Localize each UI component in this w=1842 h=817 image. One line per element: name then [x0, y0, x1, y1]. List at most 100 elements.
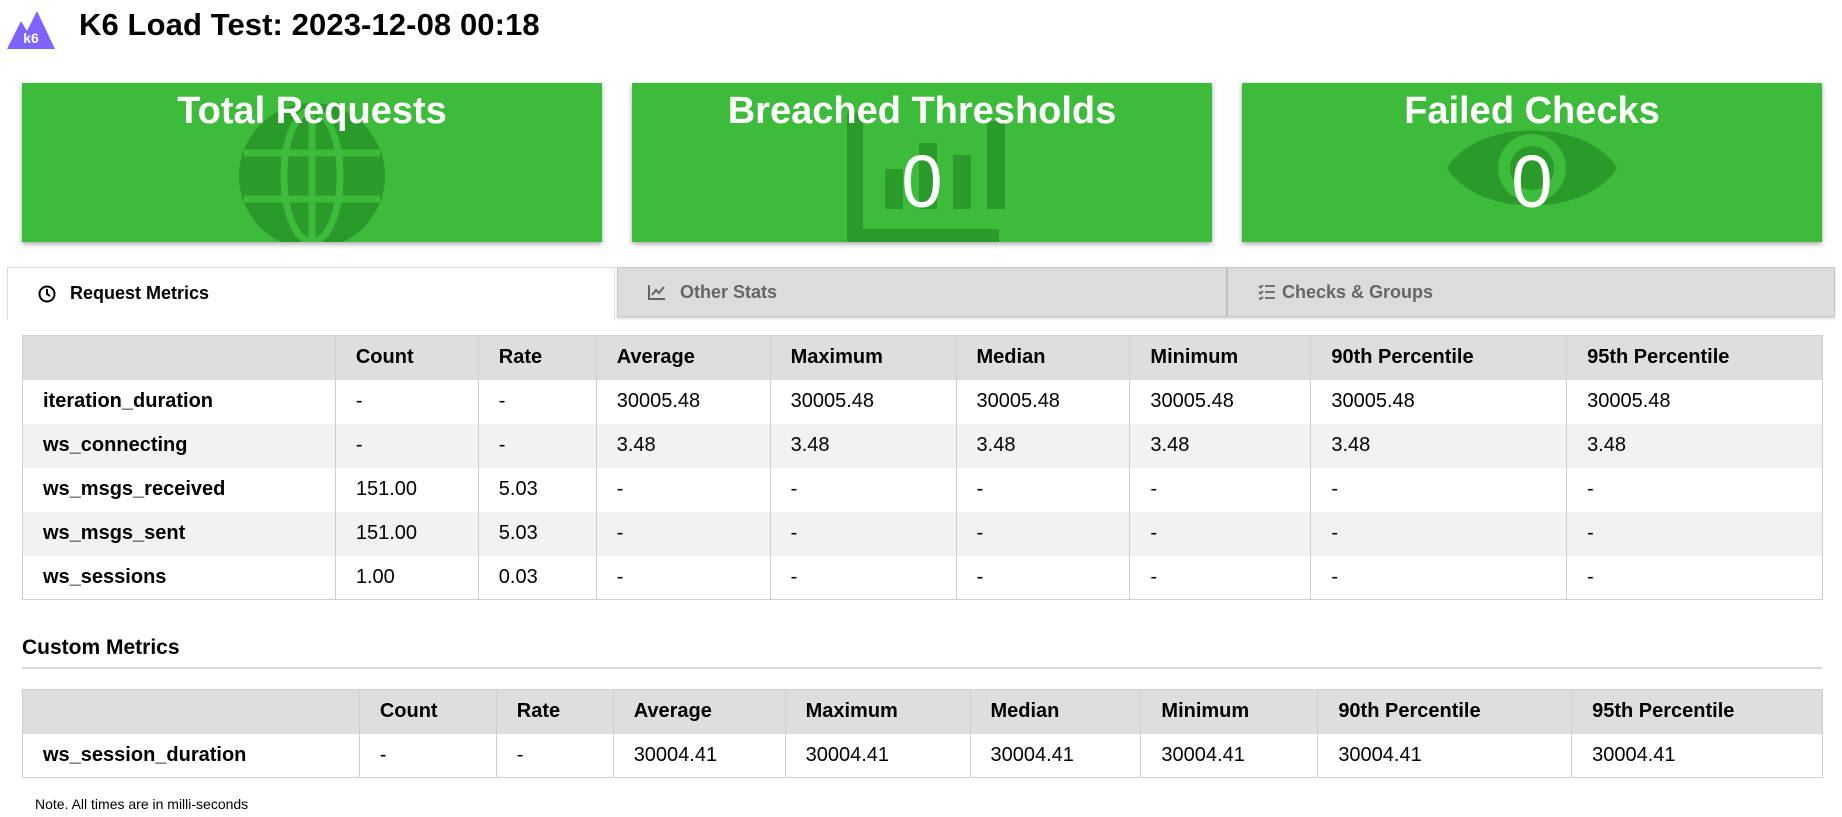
column-header: Rate: [495, 689, 614, 734]
tab-other-stats[interactable]: Other Stats: [617, 267, 1227, 317]
table-header-row: Count Rate Average Maximum Median Minimu…: [22, 335, 1823, 380]
column-header: 90th Percentile: [1310, 335, 1567, 380]
column-header: 90th Percentile: [1317, 689, 1572, 734]
summary-cards: Total Requests Breached Thresholds 0 Fai…: [22, 83, 1822, 243]
card-value: 0: [1511, 140, 1553, 223]
metric-name: ws_session_duration: [22, 733, 360, 778]
total-requests-card: Total Requests: [22, 83, 602, 242]
metric-name: ws_connecting: [22, 423, 336, 468]
tab-label: Checks & Groups: [1282, 281, 1434, 302]
request-metrics-table: Count Rate Average Maximum Median Minimu…: [22, 335, 1823, 600]
column-header: Median: [969, 689, 1141, 734]
metric-name: iteration_duration: [22, 379, 336, 424]
table-cell: 30005.48: [1129, 379, 1311, 424]
table-cell: 30004.41: [1140, 733, 1318, 778]
table-row: ws_sessions 1.00 0.03 - - - - - -: [22, 555, 1823, 600]
table-cell: -: [955, 555, 1130, 600]
table-cell: 30004.41: [784, 733, 970, 778]
table-cell: -: [1566, 555, 1823, 600]
table-cell: 30005.48: [1566, 379, 1823, 424]
table-cell: -: [595, 467, 771, 512]
metric-name: ws_sessions: [22, 555, 336, 600]
column-header: Minimum: [1140, 689, 1318, 734]
page-header: k6 K6 Load Test: 2023-12-08 00:18: [0, 0, 1842, 60]
table-cell: 30004.41: [1571, 733, 1823, 778]
metric-name: ws_msgs_sent: [22, 511, 336, 556]
table-cell: -: [1310, 467, 1567, 512]
column-header: Minimum: [1129, 335, 1311, 380]
card-title: Failed Checks: [1404, 90, 1660, 132]
table-row: ws_session_duration - - 30004.41 30004.4…: [22, 733, 1823, 778]
table-cell: 30004.41: [1317, 733, 1572, 778]
k6-logo: k6: [7, 11, 55, 49]
table-cell: -: [955, 467, 1130, 512]
table-row: iteration_duration - - 30005.48 30005.48…: [22, 379, 1823, 424]
table-cell: -: [595, 511, 771, 556]
footnote: Note. All times are in milli-seconds: [35, 796, 249, 812]
metric-name: ws_msgs_received: [22, 467, 336, 512]
table-cell: -: [334, 379, 479, 424]
column-header: Maximum: [769, 335, 957, 380]
card-title: Total Requests: [177, 90, 447, 132]
custom-metrics-heading: Custom Metrics: [22, 636, 180, 659]
list-check-icon: [1258, 284, 1275, 300]
column-header: Average: [612, 689, 786, 734]
table-cell: 30005.48: [1310, 379, 1567, 424]
table-cell: -: [769, 511, 957, 556]
table-cell: -: [1310, 555, 1567, 600]
table-cell: 30004.41: [969, 733, 1141, 778]
table-cell: 3.48: [1566, 423, 1823, 468]
tab-label: Request Metrics: [70, 283, 210, 303]
table-cell: 30005.48: [595, 379, 771, 424]
table-cell: -: [1129, 511, 1311, 556]
column-header: 95th Percentile: [1571, 689, 1823, 734]
column-header: Rate: [477, 335, 597, 380]
table-cell: -: [334, 423, 479, 468]
logo-text: k6: [23, 30, 39, 46]
table-cell: 3.48: [595, 423, 771, 468]
table-header-row: Count Rate Average Maximum Median Minimu…: [22, 689, 1823, 734]
table-cell: 3.48: [769, 423, 957, 468]
line-chart-icon: [648, 285, 665, 300]
table-row: ws_msgs_sent 151.00 5.03 - - - - - -: [22, 511, 1823, 556]
table-cell: 30005.48: [955, 379, 1130, 424]
table-row: ws_msgs_received 151.00 5.03 - - - - - -: [22, 467, 1823, 512]
table-cell: 30004.41: [612, 733, 786, 778]
column-header: Maximum: [784, 689, 970, 734]
table-cell: 151.00: [334, 467, 479, 512]
table-cell: -: [1129, 467, 1311, 512]
table-cell: 5.03: [477, 511, 597, 556]
table-cell: 3.48: [955, 423, 1130, 468]
breached-thresholds-card: Breached Thresholds 0: [632, 83, 1212, 242]
table-cell: 3.48: [1310, 423, 1567, 468]
table-cell: 30005.48: [769, 379, 957, 424]
custom-metrics-table: Count Rate Average Maximum Median Minimu…: [22, 689, 1823, 778]
tab-request-metrics[interactable]: Request Metrics: [7, 267, 615, 319]
column-header: Average: [595, 335, 771, 380]
table-cell: -: [477, 379, 597, 424]
card-value: 0: [901, 140, 943, 223]
table-cell: -: [769, 467, 957, 512]
card-title: Breached Thresholds: [727, 90, 1117, 132]
table-cell: -: [1310, 511, 1567, 556]
table-cell: 151.00: [334, 511, 479, 556]
table-cell: -: [1129, 555, 1311, 600]
column-header: [22, 335, 336, 380]
tab-checks-groups[interactable]: Checks & Groups: [1227, 267, 1835, 317]
column-header: 95th Percentile: [1566, 335, 1823, 380]
failed-checks-card: Failed Checks 0: [1242, 83, 1822, 242]
table-cell: 0.03: [477, 555, 597, 600]
table-cell: -: [495, 733, 614, 778]
table-cell: 3.48: [1129, 423, 1311, 468]
clock-icon: [38, 285, 56, 302]
table-cell: -: [769, 555, 957, 600]
page-title: K6 Load Test: 2023-12-08 00:18: [79, 7, 540, 42]
table-cell: -: [477, 423, 597, 468]
table-cell: 1.00: [334, 555, 479, 600]
table-cell: -: [358, 733, 497, 778]
tab-label: Other Stats: [680, 281, 778, 302]
column-header: Count: [334, 335, 479, 380]
column-header: Count: [358, 689, 497, 734]
table-cell: -: [1566, 467, 1823, 512]
tab-bar: Request Metrics Other Stats Checks & Gro…: [7, 267, 1835, 319]
